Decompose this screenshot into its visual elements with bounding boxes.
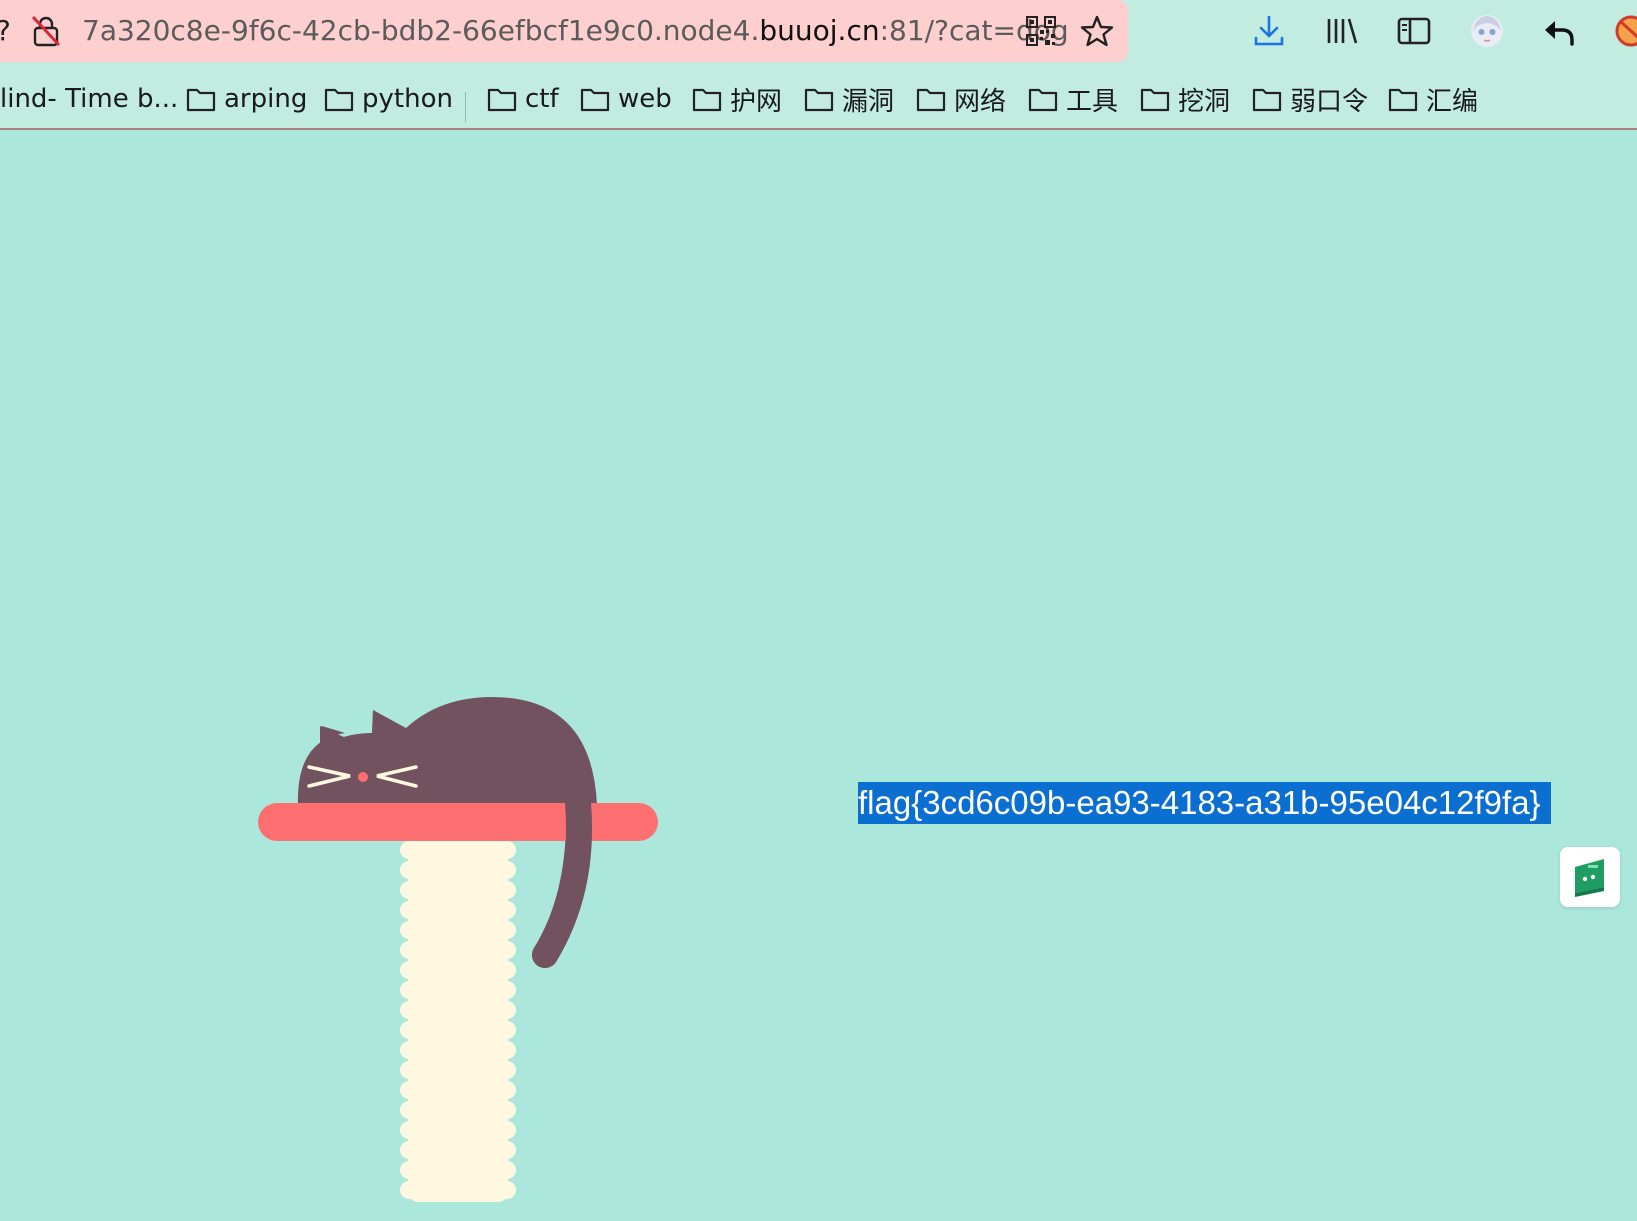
bookmark-label: lind- Time b... <box>0 84 179 114</box>
bookmark-label: 工具 <box>1066 86 1119 117</box>
folder-icon <box>1028 88 1058 112</box>
bookmark-label: 网络 <box>954 86 1007 117</box>
bookmark-folder-loudong[interactable]: 漏洞 <box>804 80 894 118</box>
url-prefix: 7a320c8e-9f6c-42cb-bdb2-66efbcf1e9c0.nod… <box>82 14 760 47</box>
url-text[interactable]: 7a320c8e-9f6c-42cb-bdb2-66efbcf1e9c0.nod… <box>82 14 1069 47</box>
bookmark-label: 汇编 <box>1426 86 1479 117</box>
bookmark-label: 护网 <box>730 86 783 117</box>
bookmark-label: arping <box>224 84 308 114</box>
folder-icon <box>1252 88 1282 112</box>
folder-icon <box>580 88 610 112</box>
bookmark-star-icon[interactable] <box>1080 14 1114 48</box>
bookmark-folder-huibian[interactable]: 汇编 <box>1388 80 1478 118</box>
back-arrow-icon[interactable] <box>1540 12 1578 50</box>
folder-icon <box>324 88 354 112</box>
library-icon[interactable] <box>1323 12 1361 50</box>
bookmark-label: 漏洞 <box>842 86 895 117</box>
url-host: buuoj.cn <box>759 14 880 47</box>
bookmark-label: 弱口令 <box>1290 86 1369 117</box>
bookmark-label: python <box>362 84 453 114</box>
page-content <box>0 130 1637 1221</box>
chat-widget-icon <box>1575 859 1604 897</box>
flag-text[interactable]: flag{3cd6c09b-ea93-4183-a31b-95e04c12f9f… <box>858 782 1551 824</box>
download-icon[interactable] <box>1250 12 1288 50</box>
insecure-lock-icon[interactable] <box>30 14 62 48</box>
avatar-icon[interactable] <box>1468 12 1506 50</box>
bookmark-folder-web[interactable]: web <box>580 80 672 118</box>
bookmark-folder-ruokouling[interactable]: 弱口令 <box>1252 80 1368 118</box>
folder-icon <box>1140 88 1170 112</box>
folder-icon <box>692 88 722 112</box>
floating-chat-widget[interactable] <box>1560 847 1620 907</box>
bookmark-folder-wangluo[interactable]: 网络 <box>916 80 1006 118</box>
url-left-partial-icon: ? <box>0 14 11 47</box>
address-bar[interactable]: ? 7a320c8e-9f6c-42cb-bdb2-66efbcf1e9c0.n… <box>0 0 1128 62</box>
bookmark-item[interactable]: lind- Time b... <box>0 80 178 118</box>
bookmark-folder-huwang[interactable]: 护网 <box>692 80 782 118</box>
bookmark-folder-arping[interactable]: arping <box>186 80 307 118</box>
bookmark-folder-wadong[interactable]: 挖洞 <box>1140 80 1230 118</box>
folder-icon <box>916 88 946 112</box>
blocked-extension-icon[interactable] <box>1612 12 1637 50</box>
bookmark-label: ctf <box>525 84 559 114</box>
bookmark-label: web <box>618 84 672 114</box>
sidebar-icon[interactable] <box>1395 12 1433 50</box>
bookmark-folder-python[interactable]: python <box>324 80 453 118</box>
bookmark-label: 挖洞 <box>1178 86 1231 117</box>
qr-code-icon[interactable] <box>1026 16 1056 46</box>
bookmark-folder-gongju[interactable]: 工具 <box>1028 80 1118 118</box>
folder-icon <box>1388 88 1418 112</box>
folder-icon <box>186 88 216 112</box>
folder-icon <box>804 88 834 112</box>
folder-icon <box>487 88 517 112</box>
bookmarks-bar: lind- Time b... arping python ctf web 护网… <box>0 76 1637 122</box>
bookmark-folder-ctf[interactable]: ctf <box>487 80 559 118</box>
